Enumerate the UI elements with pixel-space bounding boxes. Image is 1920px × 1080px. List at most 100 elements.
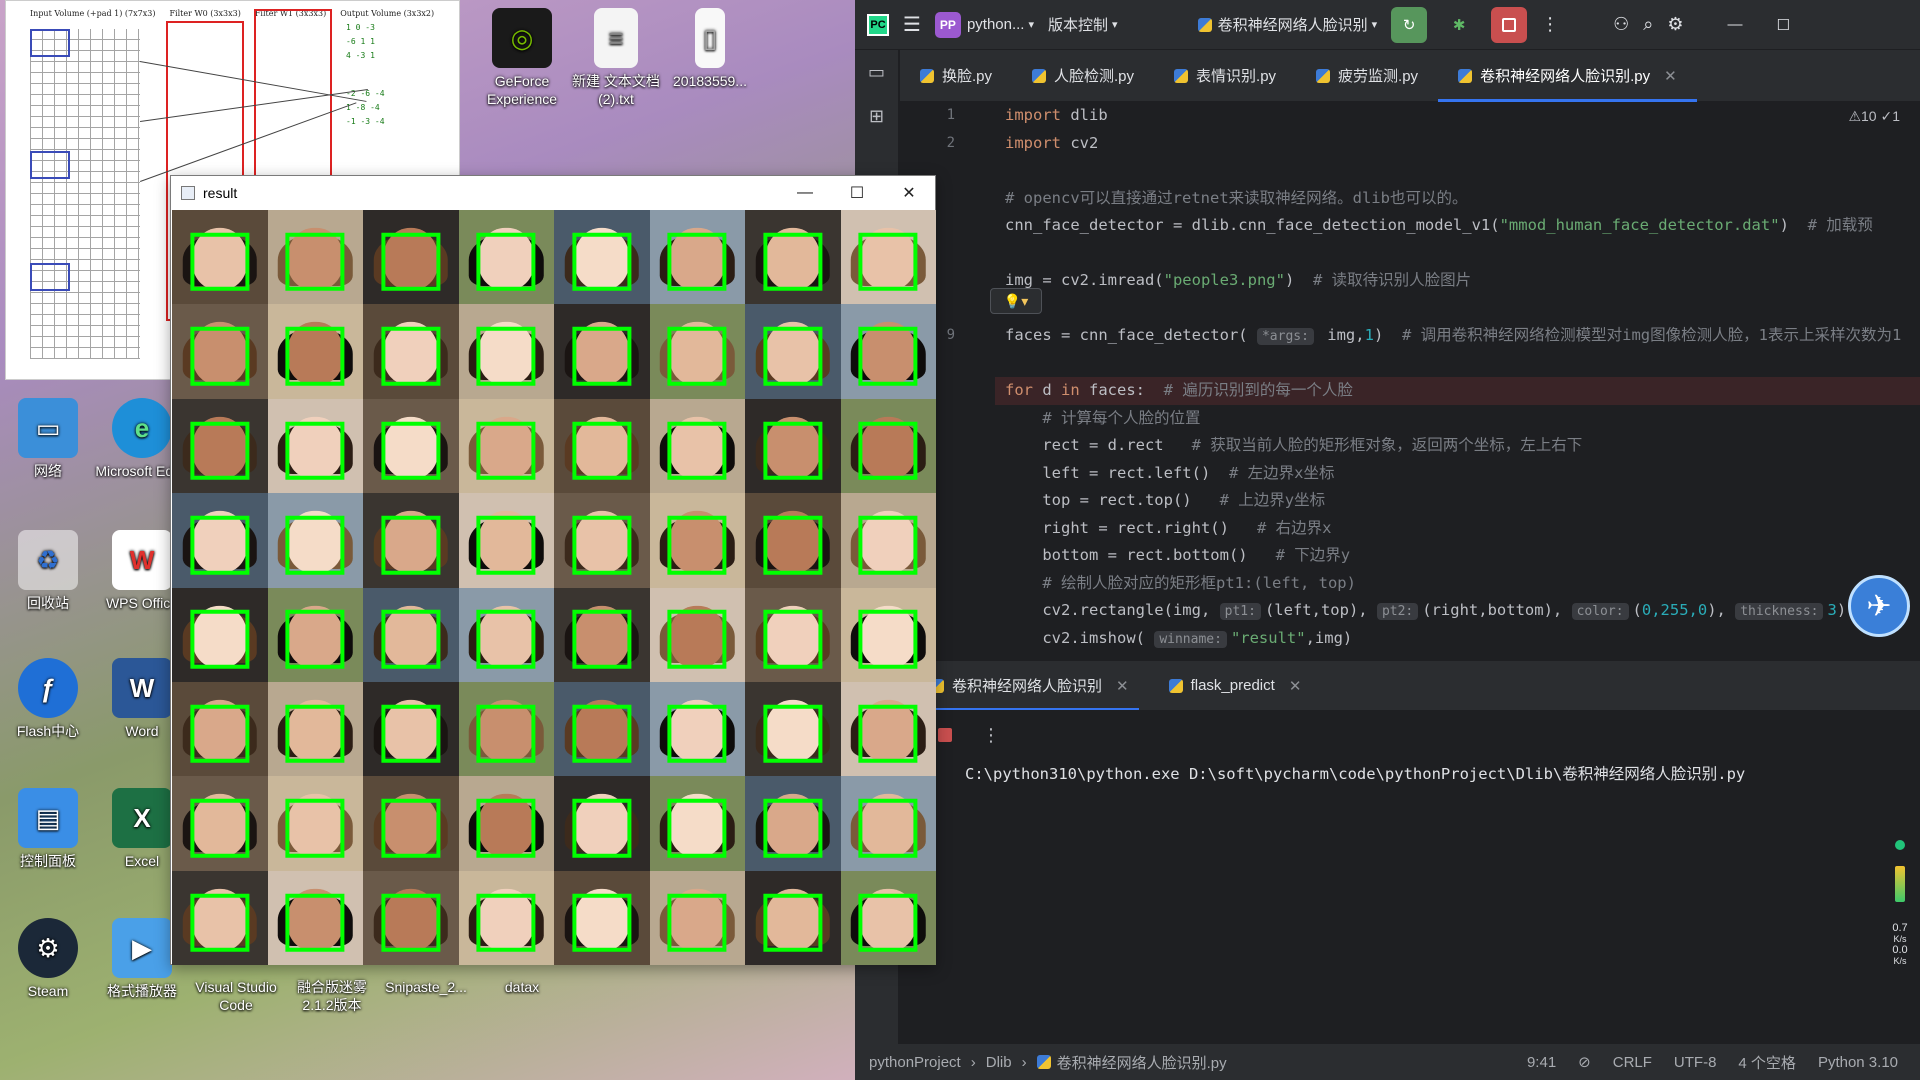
- detection-box: [858, 232, 918, 292]
- chevron-down-icon: ▾: [1028, 19, 1035, 31]
- desktop-icon-datax[interactable]: datax: [474, 978, 570, 996]
- steam-icon: ⚙: [18, 918, 78, 978]
- face-cell: [363, 210, 459, 305]
- desktop-icon-vscode[interactable]: Visual Studio Code: [188, 978, 284, 1014]
- result-title-bar[interactable]: result — ☐ ✕: [171, 176, 935, 210]
- face-cell: [363, 587, 459, 682]
- detection-box: [572, 232, 632, 292]
- code-line: import cv2: [1005, 133, 1099, 152]
- detection-box: [285, 610, 345, 669]
- breadcrumb-file[interactable]: 卷积神经网络人脸识别.py: [1057, 1052, 1227, 1073]
- desktop-icon-snipaste[interactable]: Snipaste_2...: [378, 978, 474, 996]
- tab-face-detect[interactable]: 人脸检测.py: [1012, 50, 1154, 102]
- stop-button[interactable]: [1491, 6, 1528, 43]
- desktop-icon-document[interactable]: ▯ 20183559...: [662, 8, 758, 90]
- main-menu-icon[interactable]: ☰: [903, 12, 921, 37]
- tab-expression[interactable]: 表情识别.py: [1154, 50, 1296, 102]
- search-icon[interactable]: ⌕: [1643, 14, 1653, 35]
- detection-box: [190, 893, 250, 952]
- nvidia-icon: ◎: [492, 8, 552, 68]
- settings-gear-icon[interactable]: ⚙: [1667, 14, 1683, 35]
- breadcrumb-folder[interactable]: Dlib: [986, 1054, 1012, 1071]
- excel-icon: X: [112, 788, 172, 848]
- tab-cnn-face[interactable]: 卷积神经网络人脸识别.py ✕: [1438, 50, 1697, 102]
- desktop-icon-steam[interactable]: ⚙ Steam: [0, 918, 96, 1000]
- desktop-icon-geforce[interactable]: ◎ GeForce Experience: [474, 8, 570, 108]
- face-cell: [745, 493, 841, 588]
- detection-box: [763, 610, 823, 669]
- face-cell: [267, 210, 363, 305]
- code-editor[interactable]: import dlib import cv2 # opencv可以直接通过ret…: [995, 102, 1920, 657]
- code-line: left = rect.left() # 左边界x坐标: [1005, 463, 1335, 482]
- maximize-icon[interactable]: ☐: [1776, 16, 1789, 34]
- detection-box: [285, 798, 345, 858]
- result-window[interactable]: result — ☐ ✕: [170, 175, 936, 965]
- face-cell: [554, 776, 650, 871]
- lightbulb-icon[interactable]: 💡▾: [990, 288, 1042, 314]
- python-file-icon: [1316, 68, 1331, 83]
- face-cell: [267, 681, 363, 777]
- close-button[interactable]: ✕: [883, 176, 935, 210]
- assistant-bird-icon[interactable]: ✈: [1848, 575, 1910, 637]
- close-tab-icon[interactable]: ✕: [1116, 677, 1129, 695]
- face-cell: [363, 493, 459, 588]
- line-separator[interactable]: CRLF: [1613, 1054, 1652, 1071]
- project-badge[interactable]: PP: [934, 11, 961, 38]
- face-cell: [649, 587, 745, 682]
- face-cell: [267, 870, 363, 965]
- chevron-down-icon: ▾: [1112, 19, 1118, 31]
- desktop-icon-control-panel[interactable]: ▤ 控制面板: [0, 788, 96, 870]
- minimize-button[interactable]: —: [779, 176, 831, 210]
- face-cell: [172, 493, 268, 588]
- desktop-icon-network[interactable]: ▭ 网络: [0, 398, 96, 480]
- face-cell: [554, 681, 650, 777]
- run-tab-flask[interactable]: flask_predict ✕: [1149, 661, 1322, 711]
- more-actions-icon[interactable]: ⋮: [1541, 14, 1559, 35]
- tab-fatigue[interactable]: 疲劳监测.py: [1296, 50, 1438, 102]
- desktop-icon-recycle-bin[interactable]: ♻ 回收站: [0, 530, 96, 612]
- file-encoding[interactable]: UTF-8: [1674, 1054, 1717, 1071]
- code-line: cv2.imshow( winname: "result",img): [1005, 628, 1353, 648]
- stop-run-icon[interactable]: [938, 728, 952, 742]
- vcs-menu[interactable]: 版本控制: [1048, 14, 1108, 35]
- structure-icon[interactable]: ⊞: [865, 106, 889, 130]
- no-edit-icon[interactable]: ⊘: [1578, 1053, 1591, 1071]
- user-icon[interactable]: ⚇: [1613, 14, 1629, 35]
- desktop-icon-game[interactable]: 融合版迷雾 2.1.2版本: [284, 978, 380, 1014]
- console-output[interactable]: C:\python310\python.exe D:\soft\pycharm\…: [965, 762, 1745, 784]
- run-config-selector[interactable]: 卷积神经网络人脸识别: [1218, 14, 1368, 35]
- detection-box: [285, 232, 345, 292]
- folder-icon[interactable]: ▭: [865, 62, 889, 86]
- detection-box: [190, 610, 250, 669]
- detection-box: [763, 232, 823, 292]
- detection-box: [667, 232, 727, 292]
- caret-position[interactable]: 9:41: [1527, 1054, 1556, 1071]
- detection-box: [667, 421, 727, 480]
- detection-box: [572, 327, 632, 386]
- detection-box: [476, 704, 536, 764]
- code-line: img = cv2.imread("people3.png") # 读取待识别人…: [1005, 271, 1472, 289]
- detection-box: [381, 327, 441, 386]
- breadcrumb-project[interactable]: pythonProject: [869, 1054, 961, 1071]
- face-cell: [649, 870, 745, 965]
- indent-setting[interactable]: 4 个空格: [1738, 1052, 1796, 1073]
- python-interpreter[interactable]: Python 3.10: [1818, 1054, 1898, 1071]
- more-actions-icon[interactable]: ⋮: [982, 725, 1000, 746]
- debug-bug-icon[interactable]: ✱: [1441, 7, 1477, 43]
- rerun-button[interactable]: ↻: [1391, 6, 1428, 43]
- close-tab-icon[interactable]: ✕: [1664, 67, 1677, 85]
- minimize-icon[interactable]: —: [1727, 16, 1742, 33]
- maximize-button[interactable]: ☐: [831, 176, 883, 210]
- close-tab-icon[interactable]: ✕: [1289, 677, 1302, 695]
- desktop-icon-text-file[interactable]: ≡ 新建 文本文档 (2).txt: [568, 8, 664, 108]
- run-tab-cnn[interactable]: 卷积神经网络人脸识别 ✕: [910, 661, 1149, 711]
- detection-box: [285, 421, 345, 480]
- window-app-icon: [181, 186, 195, 200]
- tab-huanlian[interactable]: 换脸.py: [900, 50, 1012, 102]
- ide-title-bar: PC ☰ PP python... ▾ 版本控制 ▾ 卷积神经网络人脸识别 ▾ …: [855, 0, 1920, 50]
- project-name[interactable]: python...: [967, 16, 1025, 33]
- face-cell: [267, 776, 363, 871]
- detection-box: [381, 610, 441, 669]
- desktop-icon-flash[interactable]: ƒ Flash中心: [0, 658, 96, 740]
- run-tool-bar: 运行 卷积神经网络人脸识别✕ flask_predict✕: [882, 660, 1920, 711]
